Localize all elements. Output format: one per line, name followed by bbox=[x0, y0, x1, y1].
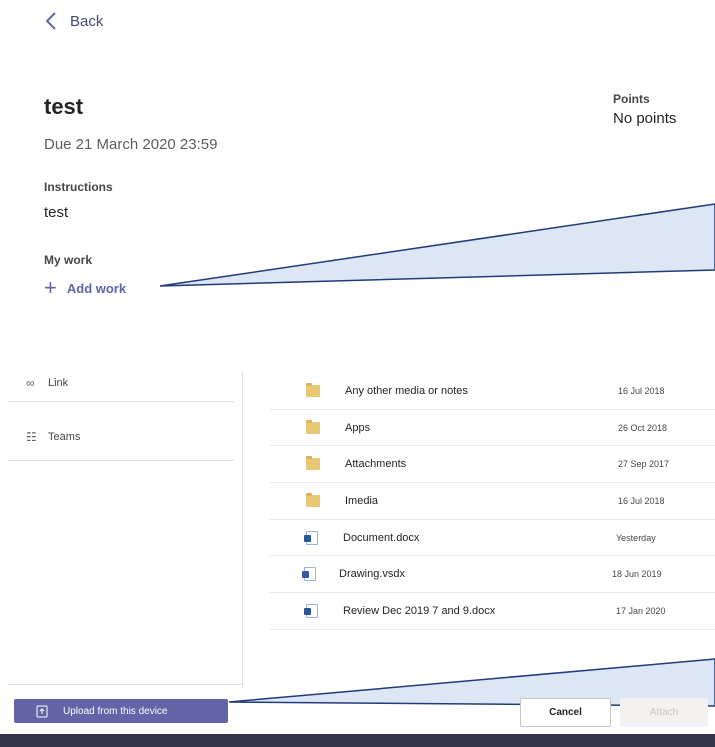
points-label: Points bbox=[613, 92, 650, 106]
file-name: Any other media or notes bbox=[345, 384, 468, 397]
file-row[interactable]: Drawing.vsdx 18 Jun 2019 bbox=[270, 556, 715, 594]
file-name: Document.docx bbox=[343, 531, 420, 544]
sidebar-item-label: Link bbox=[48, 376, 69, 389]
file-row[interactable]: Apps 26 Oct 2018 bbox=[270, 410, 715, 447]
file-date: Yesterday bbox=[616, 532, 656, 543]
file-row[interactable]: Attachments 27 Sep 2017 bbox=[270, 446, 715, 484]
taskbar-strip bbox=[0, 734, 715, 747]
upload-label: Upload from this device bbox=[63, 705, 168, 717]
back-label: Back bbox=[70, 12, 104, 30]
word-file-icon bbox=[304, 530, 318, 545]
file-row[interactable]: Document.docx Yesterday bbox=[270, 520, 715, 557]
file-date: 16 Jul 2018 bbox=[618, 385, 665, 396]
folder-icon bbox=[306, 382, 320, 397]
my-work-label: My work bbox=[44, 253, 93, 267]
assignment-title: test bbox=[44, 94, 84, 119]
file-row[interactable]: Review Dec 2019 7 and 9.docx 17 Jan 2020 bbox=[270, 593, 715, 630]
file-date: 17 Jan 2020 bbox=[616, 605, 666, 616]
file-date: 27 Sep 2017 bbox=[618, 459, 670, 470]
chevron-left-icon bbox=[45, 12, 56, 30]
teams-icon: ☷ bbox=[26, 430, 37, 444]
sidebar-item-teams[interactable]: ☷ Teams bbox=[8, 414, 234, 461]
file-date: 26 Oct 2018 bbox=[618, 422, 668, 433]
sidebar-item-link[interactable]: ∞ Link bbox=[8, 364, 234, 402]
file-date: 18 Jun 2019 bbox=[612, 569, 662, 580]
sidebar-item-label: Teams bbox=[48, 431, 81, 443]
folder-icon bbox=[306, 456, 320, 471]
sidebar-bottom-divider bbox=[8, 684, 242, 685]
sidebar-divider bbox=[242, 372, 243, 688]
file-row[interactable]: Imedia 16 Jul 2018 bbox=[270, 483, 715, 520]
instructions-label: Instructions bbox=[44, 180, 113, 194]
file-date: 16 Jul 2018 bbox=[618, 495, 665, 506]
folder-icon bbox=[306, 492, 320, 507]
word-file-icon bbox=[304, 603, 318, 618]
file-list: Any other media or notes 16 Jul 2018 App… bbox=[270, 373, 715, 630]
back-button[interactable]: Back bbox=[44, 12, 103, 30]
folder-icon bbox=[306, 419, 320, 434]
due-date: Due 21 March 2020 23:59 bbox=[44, 136, 218, 153]
instructions-value: test bbox=[44, 204, 69, 221]
file-name: Review Dec 2019 7 and 9.docx bbox=[343, 604, 496, 617]
points-value: No points bbox=[613, 110, 677, 127]
attach-button[interactable]: Attach bbox=[620, 698, 708, 727]
add-work-button[interactable]: + Add work bbox=[44, 275, 127, 300]
cancel-button[interactable]: Cancel bbox=[520, 698, 611, 727]
file-row[interactable]: Any other media or notes 16 Jul 2018 bbox=[270, 373, 715, 410]
upload-from-device-button[interactable]: Upload from this device bbox=[14, 699, 228, 723]
link-icon: ∞ bbox=[26, 375, 35, 390]
file-name: Drawing.vsdx bbox=[339, 568, 406, 581]
file-name: Apps bbox=[345, 421, 371, 434]
visio-file-icon bbox=[302, 567, 316, 582]
plus-icon: + bbox=[44, 275, 57, 300]
add-work-label: Add work bbox=[66, 280, 127, 296]
callout-top bbox=[159, 203, 715, 287]
file-name: Attachments bbox=[345, 458, 407, 471]
upload-icon bbox=[36, 705, 48, 717]
file-name: Imedia bbox=[345, 494, 379, 507]
